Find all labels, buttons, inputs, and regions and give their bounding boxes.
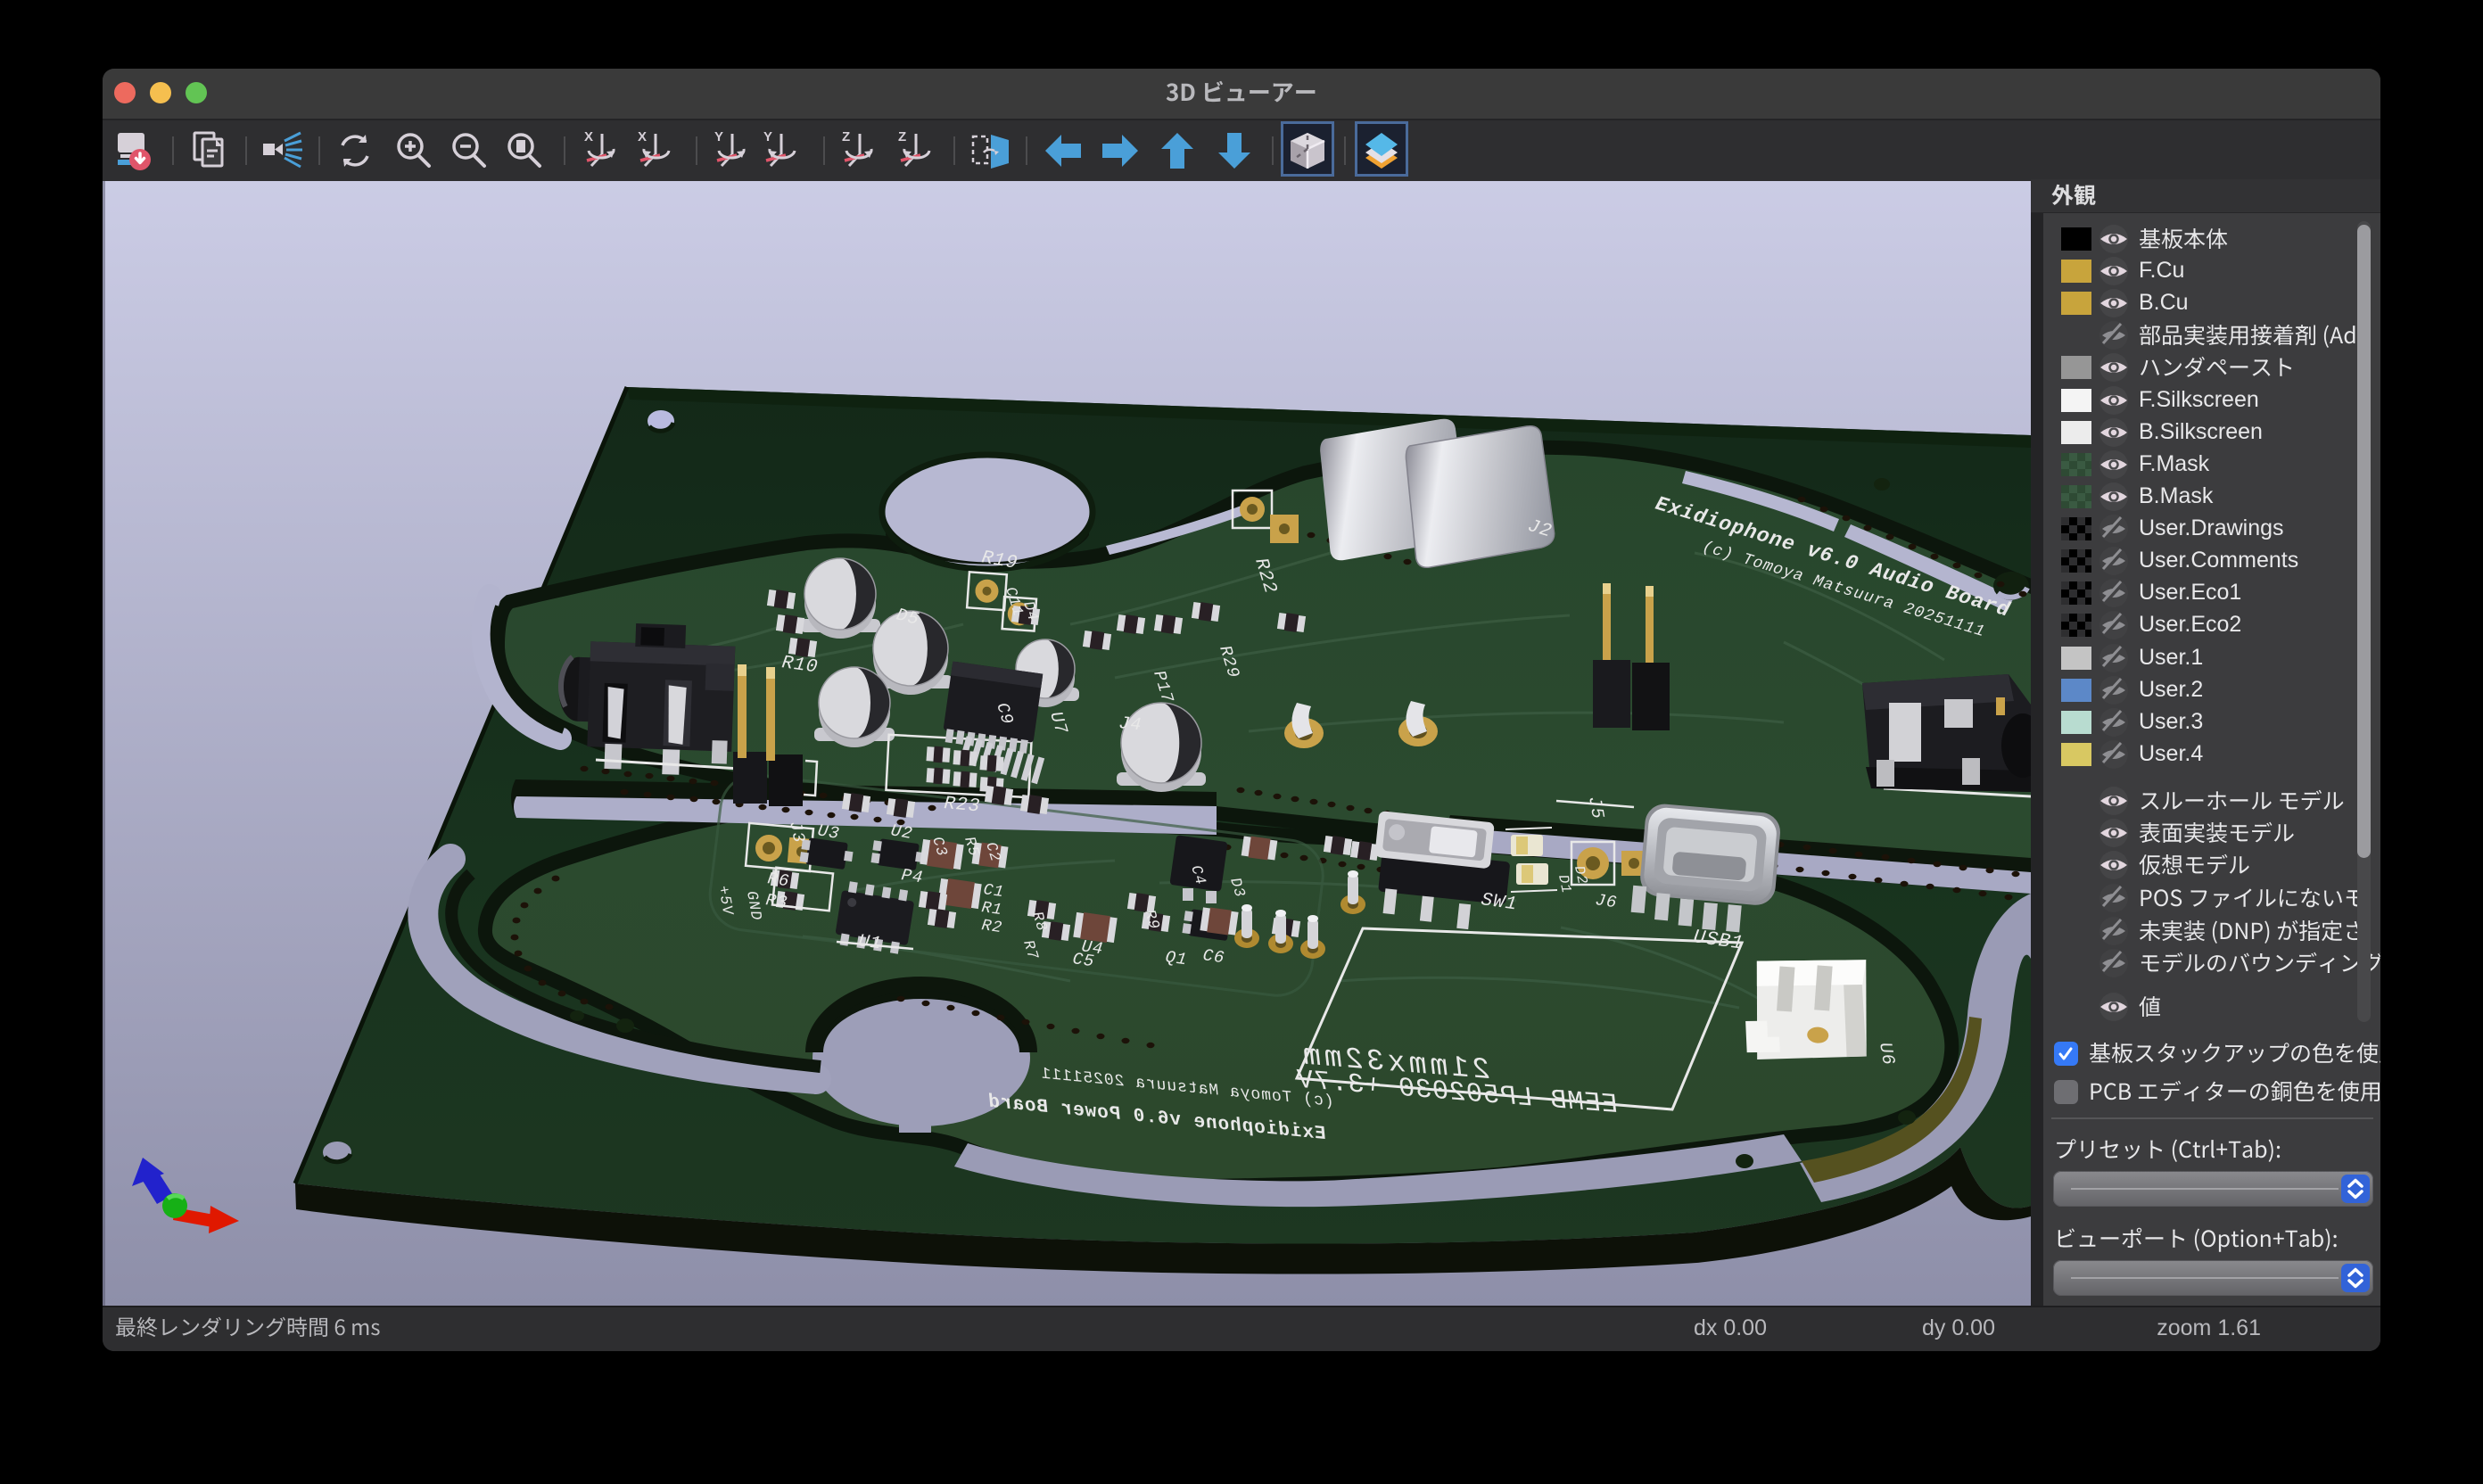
svg-text:P4: P4 — [900, 865, 925, 887]
svg-text:Q1: Q1 — [1164, 947, 1189, 969]
svg-text:R23: R23 — [943, 794, 981, 817]
svg-text:Y: Y — [714, 129, 723, 144]
svg-text:J6: J6 — [1594, 890, 1619, 912]
svg-text:U2: U2 — [889, 820, 914, 844]
svg-text:U3: U3 — [816, 820, 841, 844]
svg-text:X: X — [638, 129, 647, 144]
svg-text:R3: R3 — [764, 890, 789, 912]
svg-text:Z: Z — [842, 129, 850, 144]
svg-text:X: X — [584, 129, 593, 144]
svg-text:Y: Y — [763, 129, 772, 144]
svg-text:C5: C5 — [1071, 949, 1096, 971]
svg-text:Z: Z — [898, 129, 906, 144]
svg-text:U6: U6 — [1874, 1041, 1898, 1068]
svg-text:J4: J4 — [1118, 713, 1143, 736]
svg-text:J5: J5 — [1583, 795, 1607, 821]
svg-text:R2: R2 — [980, 917, 1003, 937]
svg-text:U1: U1 — [857, 931, 883, 954]
svg-text:R6: R6 — [766, 869, 791, 891]
svg-text:C6: C6 — [1201, 945, 1226, 968]
